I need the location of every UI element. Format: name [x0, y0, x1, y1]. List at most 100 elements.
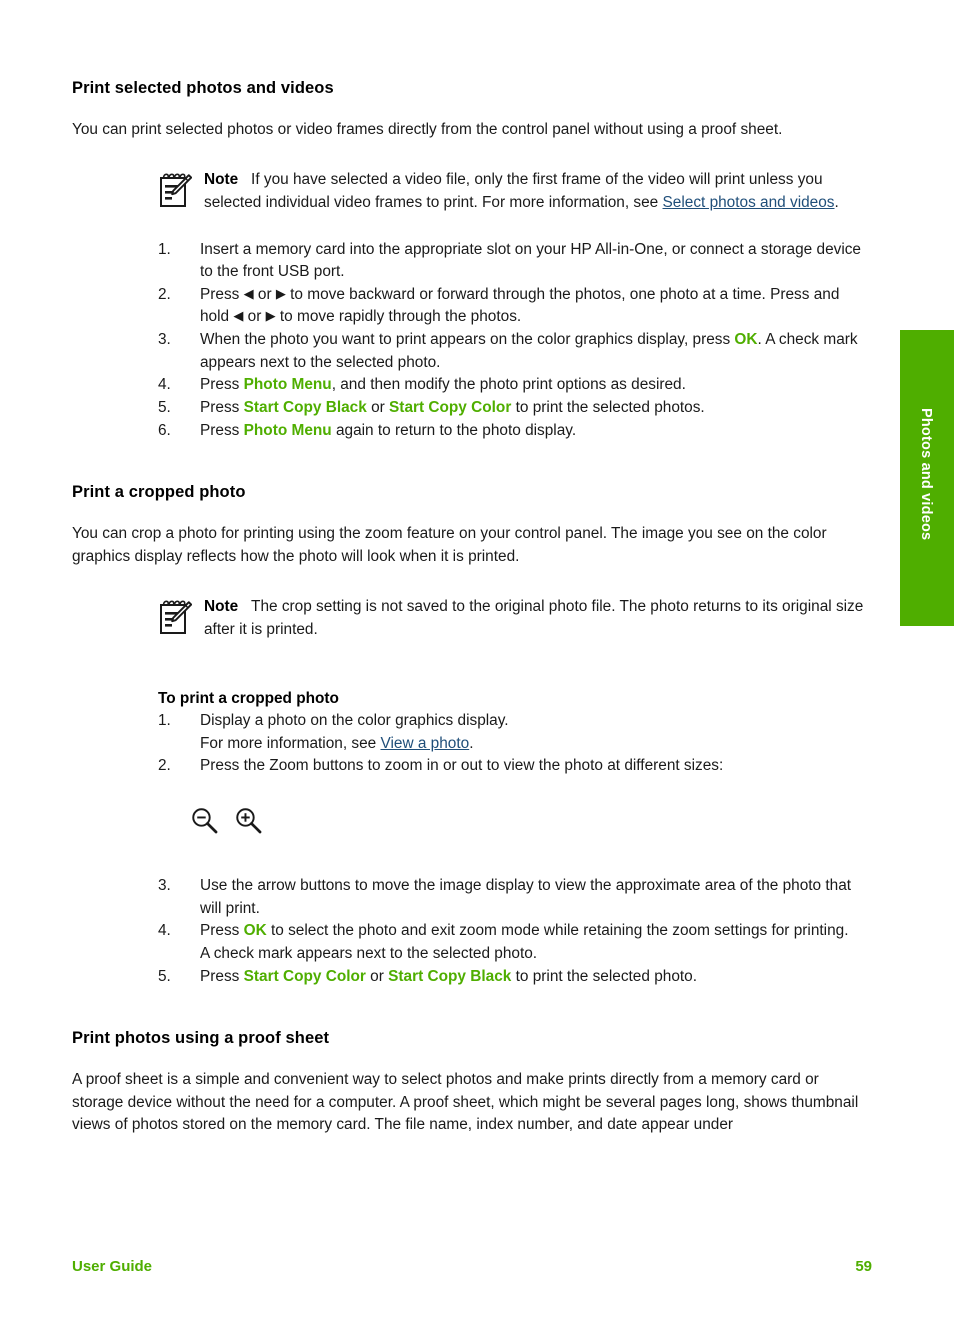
list-item-number: 3.	[158, 331, 171, 349]
section-intro-paragraph-proof-sheet: A proof sheet is a simple and convenient…	[72, 1070, 859, 1134]
note-text-part-2: .	[834, 193, 839, 211]
text-run: For more information, see	[200, 734, 381, 752]
list-item-text: Press ◀ or ▶ to move backward or forward…	[200, 286, 839, 326]
footer-page-number: 59	[855, 1258, 872, 1275]
footer-user-guide-label: User Guide	[72, 1258, 153, 1275]
note-block-video-frames: Note If you have selected a video file, …	[158, 169, 872, 214]
ui-control-name: Start Copy Color	[243, 967, 366, 985]
ordered-steps-cropped-part-2: 3. Use the arrow buttons to move the imag…	[158, 875, 872, 988]
list-item: 2. Press the Zoom buttons to zoom in or o…	[158, 755, 872, 778]
list-item-text: Press the Zoom buttons to zoom in or out…	[200, 757, 723, 774]
text-run: or	[365, 967, 389, 985]
list-item: 3. When the photo you want to print appea…	[158, 329, 872, 374]
zoom-in-icon	[234, 806, 264, 841]
text-run: Press	[200, 399, 244, 417]
note-block-crop-setting: Note The crop setting is not saved to th…	[158, 596, 872, 641]
text-run: to print the selected photo.	[511, 967, 697, 985]
ui-control-name: Start Copy Color	[389, 399, 512, 417]
list-item-text: Use the arrow buttons to move the image …	[200, 877, 851, 917]
text-run: or	[243, 308, 266, 326]
page-footer: User Guide 59	[72, 1258, 872, 1275]
note-cross-reference-link[interactable]: Select photos and videos	[663, 194, 835, 211]
list-item-number: 3.	[158, 877, 171, 895]
list-item-number: 4.	[158, 376, 171, 394]
document-page: Photos and videos Print selected photos …	[0, 0, 954, 1321]
text-run: Press	[200, 421, 244, 439]
note-pencil-icon	[158, 172, 193, 210]
list-item-number: 2.	[158, 757, 171, 775]
note-pencil-icon	[158, 599, 193, 637]
text-run: to select the photo and exit zoom mode w…	[266, 922, 849, 940]
list-item-number: 2.	[158, 285, 171, 303]
note-label: Note	[204, 598, 239, 616]
list-item: 2. Press ◀ or ▶ to move backward or forwa…	[158, 284, 872, 329]
list-item-number: 4.	[158, 922, 171, 940]
left-arrow-icon: ◀	[233, 308, 244, 324]
list-item: 5. Press Start Copy Color or Start Copy B…	[158, 966, 872, 989]
text-run: Press	[200, 967, 244, 985]
list-item-text: Press Photo Menu, and then modify the ph…	[200, 376, 686, 393]
left-arrow-icon: ◀	[243, 285, 254, 301]
sub-heading-to-print-cropped-photo: To print a cropped photo	[158, 689, 339, 707]
list-item: 4. Press Photo Menu, and then modify the …	[158, 374, 872, 397]
right-arrow-icon: ▶	[265, 308, 276, 324]
list-item-text: Press Start Copy Black or Start Copy Col…	[200, 399, 705, 416]
text-run: to print the selected photos.	[511, 399, 705, 417]
text-run: again to return to the photo display.	[331, 421, 577, 439]
text-run: Display a photo on the color graphics di…	[200, 712, 509, 730]
text-run: or	[366, 399, 390, 417]
section-heading-print-photos-proof-sheet: Print photos using a proof sheet	[72, 1029, 330, 1048]
ordered-steps-print-selected: 1. Insert a memory card into the appropri…	[158, 239, 872, 443]
text-run: to move rapidly through the photos.	[275, 308, 522, 326]
note-text-part-1: The crop setting is not saved to the ori…	[204, 598, 864, 638]
section-intro-paragraph-cropped: You can crop a photo for printing using …	[72, 524, 827, 565]
text-run: Use the arrow buttons to move the image …	[200, 877, 852, 917]
list-item-number: 1.	[158, 240, 171, 258]
text-run: Insert a memory card into the appropriat…	[200, 240, 861, 281]
list-item: 1. Insert a memory card into the appropri…	[158, 239, 872, 284]
chapter-side-tab-label: Photos and videos	[918, 408, 934, 541]
text-run: , and then modify the photo print option…	[331, 376, 686, 394]
list-item-text: Insert a memory card into the appropriat…	[200, 241, 861, 281]
text-run: .	[469, 734, 474, 752]
text-run: When the photo you want to print appears…	[200, 331, 735, 349]
zoom-out-icon	[190, 806, 220, 841]
ui-control-name: OK	[734, 331, 758, 349]
page-content: Print selected photos and videos You can…	[72, 78, 872, 1137]
text-run: or	[253, 285, 276, 303]
list-item-text: Press OK to select the photo and exit zo…	[200, 922, 848, 962]
text-run: Press the Zoom buttons to zoom in or out…	[200, 757, 724, 775]
list-item-text: When the photo you want to print appears…	[200, 331, 858, 371]
section-heading-print-cropped-photo: Print a cropped photo	[72, 483, 246, 502]
list-item-number: 5.	[158, 967, 171, 985]
list-item: 4. Press OK to select the photo and exit …	[158, 920, 872, 965]
list-item-text: Press Photo Menu again to return to the …	[200, 422, 576, 439]
note-text: Note The crop setting is not saved to th…	[204, 596, 872, 641]
text-run: Press	[200, 376, 244, 394]
list-item: 3. Use the arrow buttons to move the imag…	[158, 875, 872, 920]
note-label: Note	[204, 171, 239, 189]
zoom-buttons-illustration	[190, 806, 872, 841]
ui-control-name: OK	[243, 922, 267, 940]
right-arrow-icon: ▶	[275, 285, 286, 301]
section-heading-print-selected-photos: Print selected photos and videos	[72, 79, 334, 97]
list-item-number: 1.	[158, 712, 171, 730]
text-run: A check mark appears next to the selecte…	[200, 944, 538, 962]
list-item: 6. Press Photo Menu again to return to th…	[158, 420, 872, 443]
ui-control-name: Photo Menu	[243, 421, 332, 439]
list-item-number: 5.	[158, 399, 171, 417]
ui-control-name: Start Copy Black	[388, 967, 512, 985]
ordered-steps-cropped-part-1: 1. Display a photo on the color graphics …	[158, 710, 872, 778]
list-item-number: 6.	[158, 421, 171, 439]
section-intro-paragraph: You can print selected photos or video f…	[72, 120, 783, 138]
note-text: Note If you have selected a video file, …	[204, 169, 872, 214]
list-item: 1. Display a photo on the color graphics …	[158, 710, 872, 755]
text-run: Press	[200, 922, 244, 940]
ui-control-name: Photo Menu	[243, 376, 332, 394]
text-run: Press	[200, 285, 244, 303]
ui-control-name: Start Copy Black	[243, 399, 367, 417]
cross-reference-link[interactable]: View a photo	[380, 735, 469, 752]
chapter-side-tab: Photos and videos	[900, 330, 954, 626]
list-item-text: Display a photo on the color graphics di…	[200, 712, 509, 752]
list-item-text: Press Start Copy Color or Start Copy Bla…	[200, 968, 697, 985]
